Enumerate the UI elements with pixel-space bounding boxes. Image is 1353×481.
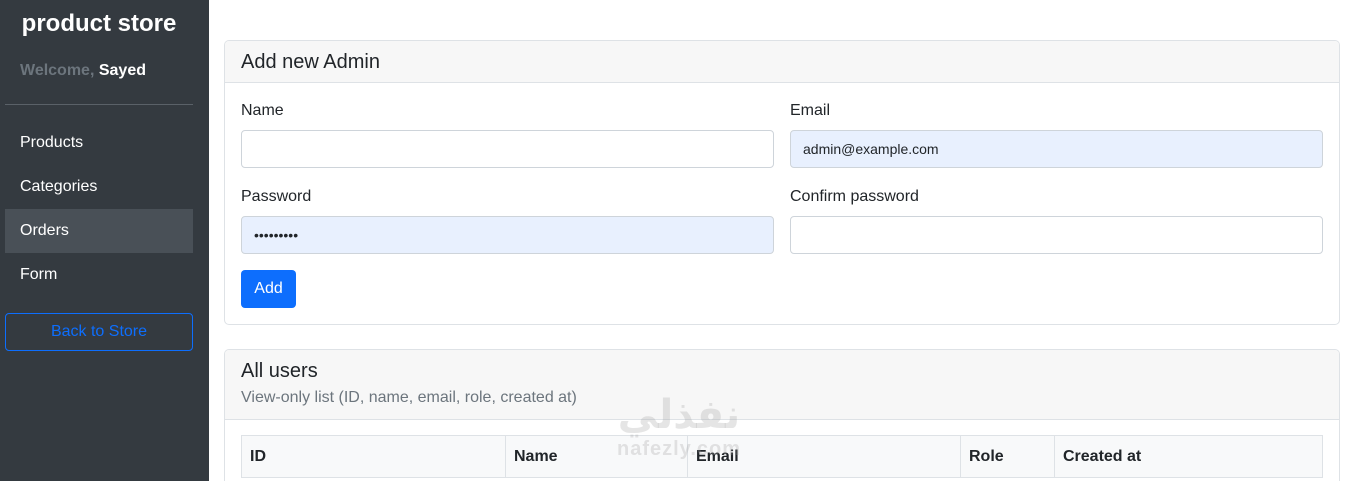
email-input[interactable]: admin@example.com bbox=[790, 130, 1323, 168]
confirm-password-input[interactable] bbox=[790, 216, 1323, 254]
back-to-store-button[interactable]: Back to Store bbox=[5, 313, 193, 351]
column-header-email: Email bbox=[687, 435, 961, 478]
sidebar-item-form[interactable]: Form bbox=[5, 253, 193, 297]
sidebar-item-categories[interactable]: Categories bbox=[5, 165, 193, 209]
column-header-created-at: Created at bbox=[1054, 435, 1323, 478]
confirm-password-label: Confirm password bbox=[790, 188, 919, 205]
add-admin-card: Add new Admin Name Email admin@example.c… bbox=[224, 40, 1340, 325]
sidebar-item-orders[interactable]: Orders bbox=[5, 209, 193, 253]
sidebar: product store Welcome, Sayed Products Ca… bbox=[0, 0, 209, 481]
brand-title: product store bbox=[21, 10, 177, 37]
users-table: ID Name Email Role Created at bbox=[241, 435, 1323, 478]
welcome-prefix: Welcome, bbox=[20, 62, 95, 79]
column-header-id: ID bbox=[241, 435, 506, 478]
all-users-subtitle: View-only list (ID, name, email, role, c… bbox=[241, 389, 577, 406]
email-label: Email bbox=[790, 102, 831, 119]
sidebar-divider bbox=[5, 104, 193, 105]
all-users-header: All users View-only list (ID, name, emai… bbox=[225, 350, 1339, 420]
column-header-role: Role bbox=[960, 435, 1055, 478]
name-label: Name bbox=[241, 102, 284, 119]
sidebar-item-products[interactable]: Products bbox=[5, 121, 193, 165]
add-admin-title: Add new Admin bbox=[241, 51, 380, 73]
name-input[interactable] bbox=[241, 130, 774, 168]
welcome-text: Welcome, Sayed bbox=[20, 62, 146, 80]
add-admin-header: Add new Admin bbox=[225, 41, 1339, 83]
all-users-title: All users bbox=[241, 360, 318, 382]
password-input[interactable]: ••••••••• bbox=[241, 216, 774, 254]
all-users-card: All users View-only list (ID, name, emai… bbox=[224, 349, 1340, 481]
column-header-name: Name bbox=[505, 435, 688, 478]
password-label: Password bbox=[241, 188, 312, 205]
add-button[interactable]: Add bbox=[241, 270, 296, 308]
users-table-header-row: ID Name Email Role Created at bbox=[241, 435, 1323, 478]
welcome-username: Sayed bbox=[98, 62, 146, 79]
